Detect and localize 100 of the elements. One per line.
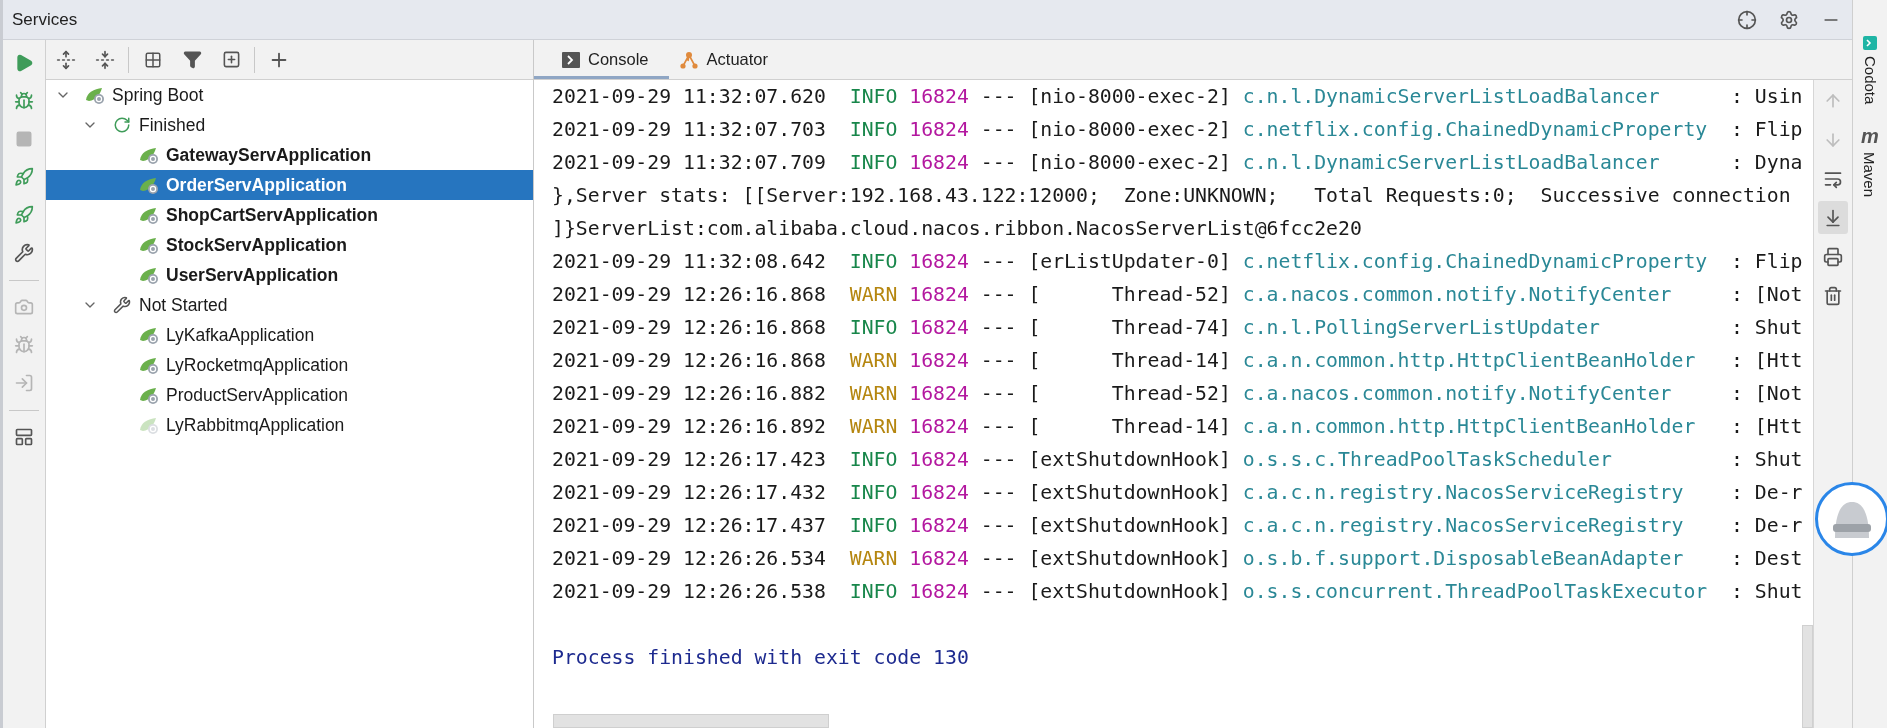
log-logger: c.n.l.PollingServerListUpdater	[1242, 315, 1602, 341]
log-message: : Usin	[1731, 84, 1803, 110]
log-separator: ---	[980, 414, 1017, 440]
log-text: },Server stats: [[Server:192.168.43.122:12000; Zone:UNKNOWN; Total Requests:0; Successive connection	[552, 183, 1791, 209]
log-logger: o.s.s.c.ThreadPoolTaskScheduler	[1242, 447, 1613, 473]
log-separator: ---	[980, 381, 1017, 407]
log-level: WARN	[849, 414, 898, 440]
log-pid: 16824	[909, 84, 969, 110]
log-pid: 16824	[909, 546, 969, 572]
log-level: WARN	[849, 348, 898, 374]
spring-leaf-icon	[139, 236, 159, 254]
tree-item[interactable]: Finished	[46, 110, 533, 140]
log-timestamp: 2021-09-29 12:26:16.882	[552, 381, 826, 407]
spring-leaf-icon	[139, 146, 159, 164]
side-tool-tab[interactable]: Maven	[1861, 152, 1879, 198]
log-logger: o.s.s.concurrent.ThreadPoolTaskExecutor	[1242, 579, 1709, 605]
log-level: INFO	[849, 117, 898, 143]
log-level: INFO	[849, 447, 898, 473]
tree-item[interactable]: ProductServApplication	[46, 380, 533, 410]
log-thread: [ Thread-14]	[1028, 348, 1231, 374]
log-pid: 16824	[909, 447, 969, 473]
log-thread: [extShutdownHook]	[1028, 447, 1231, 473]
log-separator: ---	[980, 348, 1017, 374]
log-thread: [ Thread-14]	[1028, 414, 1231, 440]
tree-item[interactable]: StockServApplication	[46, 230, 533, 260]
log-thread: [extShutdownHook]	[1028, 546, 1231, 572]
exit-message: Process finished with exit code 130	[552, 645, 969, 671]
log-level: WARN	[849, 546, 898, 572]
horizontal-scrollbar[interactable]	[553, 714, 829, 728]
log-logger: c.a.nacos.common.notify.NotifyCenter	[1242, 381, 1673, 407]
tab[interactable]: Actuator	[668, 40, 788, 79]
log-pid: 16824	[909, 249, 969, 275]
log-separator: ---	[980, 546, 1017, 572]
log-separator: ---	[980, 84, 1017, 110]
spring-leaf-icon	[139, 326, 159, 344]
log-timestamp: 2021-09-29 12:26:17.423	[552, 447, 826, 473]
console-icon	[562, 51, 580, 68]
log-thread: [erListUpdater-0]	[1028, 249, 1231, 275]
rerun-icon	[113, 116, 131, 134]
log-timestamp: 2021-09-29 11:32:07.709	[552, 150, 826, 176]
log-thread: [nio-8000-exec-2]	[1028, 117, 1231, 143]
log-logger: o.s.b.f.support.DisposableBeanAdapter	[1242, 546, 1685, 572]
log-thread: [ Thread-74]	[1028, 315, 1231, 341]
tree-item[interactable]: LyKafkaApplication	[46, 320, 533, 350]
log-thread: [extShutdownHook]	[1028, 480, 1231, 506]
spring-leaf-icon	[139, 386, 159, 404]
tree-item[interactable]: LyRocketmqApplication	[46, 350, 533, 380]
log-separator: ---	[980, 117, 1017, 143]
log-level: WARN	[849, 282, 898, 308]
tree-item[interactable]: OrderServApplication	[46, 170, 533, 200]
log-level: INFO	[849, 84, 898, 110]
tree-item[interactable]: LyRabbitmqApplication	[46, 410, 533, 440]
log-timestamp: 2021-09-29 12:26:16.892	[552, 414, 826, 440]
log-separator: ---	[980, 249, 1017, 275]
log-pid: 16824	[909, 513, 969, 539]
log-message: : Dest	[1731, 546, 1803, 572]
spring-leaf-icon	[139, 206, 159, 224]
tree-item[interactable]: ShopCartServApplication	[46, 200, 533, 230]
log-timestamp: 2021-09-29 12:26:26.538	[552, 579, 826, 605]
log-thread: [ Thread-52]	[1028, 381, 1231, 407]
log-thread: [extShutdownHook]	[1028, 579, 1231, 605]
crosshair-icon[interactable]	[1736, 8, 1758, 31]
log-message: : [Htt	[1731, 414, 1803, 440]
log-timestamp: 2021-09-29 11:32:07.703	[552, 117, 826, 143]
log-message: : [Not	[1731, 282, 1803, 308]
scroll-to-end-button[interactable]	[1818, 201, 1848, 234]
vertical-scrollbar[interactable]	[1802, 625, 1813, 728]
log-logger: c.a.c.n.registry.NacosServiceRegistry	[1242, 480, 1685, 506]
log-message: : [Not	[1731, 381, 1803, 407]
log-logger: c.n.l.DynamicServerListLoadBalancer	[1242, 84, 1661, 110]
tree-item[interactable]: Not Started	[46, 290, 533, 320]
log-pid: 16824	[909, 579, 969, 605]
log-pid: 16824	[909, 117, 969, 143]
log-message: : De-r	[1731, 513, 1803, 539]
spring-leaf-icon	[139, 266, 159, 284]
log-pid: 16824	[909, 150, 969, 176]
trash-icon	[1823, 285, 1843, 306]
log-thread: [extShutdownHook]	[1028, 513, 1231, 539]
log-separator: ---	[980, 480, 1017, 506]
log-logger: c.netflix.config.ChainedDynamicProperty	[1242, 249, 1709, 275]
log-logger: c.netflix.config.ChainedDynamicProperty	[1242, 117, 1709, 143]
tree-item[interactable]: Spring Boot	[46, 80, 533, 110]
tree-item[interactable]: UserServApplication	[46, 260, 533, 290]
settings-icon[interactable]	[1778, 8, 1800, 31]
log-pid: 16824	[909, 414, 969, 440]
log-logger: c.a.n.common.http.HttpClientBeanHolder	[1242, 348, 1697, 374]
log-logger: c.a.c.n.registry.NacosServiceRegistry	[1242, 513, 1685, 539]
log-logger: c.a.nacos.common.notify.NotifyCenter	[1242, 282, 1673, 308]
log-separator: ---	[980, 282, 1017, 308]
log-separator: ---	[980, 150, 1017, 176]
log-level: INFO	[849, 513, 898, 539]
tab[interactable]: Console	[534, 40, 669, 79]
tree-item[interactable]: GatewayServApplication	[46, 140, 533, 170]
log-separator: ---	[980, 315, 1017, 341]
log-message: : De-r	[1731, 480, 1803, 506]
log-logger: c.a.n.common.http.HttpClientBeanHolder	[1242, 414, 1697, 440]
log-pid: 16824	[909, 381, 969, 407]
side-tool-tab[interactable]: Codota	[1861, 56, 1879, 105]
log-timestamp: 2021-09-29 12:26:16.868	[552, 315, 826, 341]
log-pid: 16824	[909, 480, 969, 506]
